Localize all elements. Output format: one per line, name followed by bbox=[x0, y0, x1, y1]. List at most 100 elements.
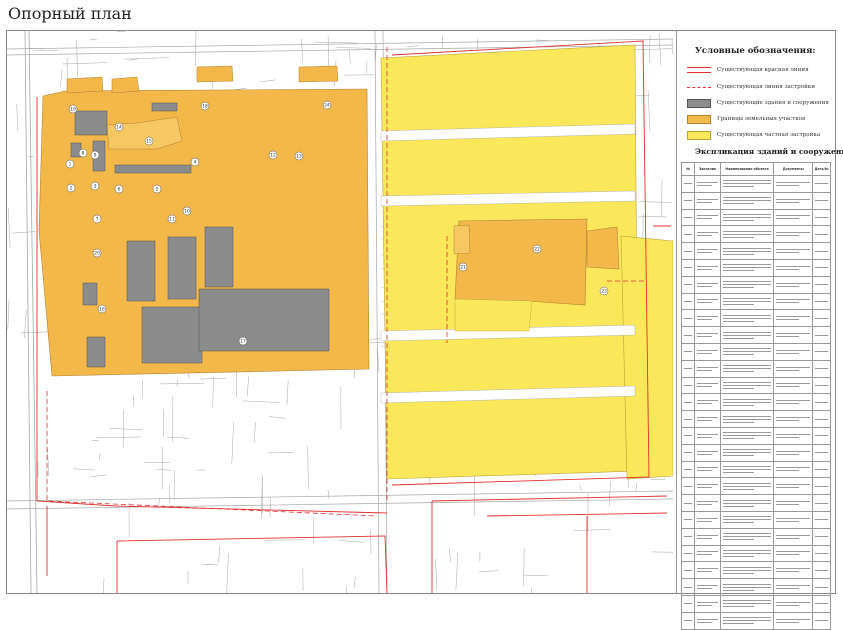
table-cell bbox=[720, 427, 774, 444]
table-row bbox=[682, 310, 831, 327]
table-cell bbox=[720, 243, 774, 260]
table-cell bbox=[682, 411, 695, 428]
grey-fill-swatch bbox=[687, 99, 711, 108]
column-header: № bbox=[682, 163, 695, 176]
legend-item-label: Существующие здания и сооружения bbox=[717, 100, 829, 106]
table-cell bbox=[813, 394, 831, 411]
table-cell bbox=[720, 562, 774, 579]
table-cell bbox=[682, 259, 695, 276]
table-cell bbox=[774, 209, 813, 226]
table-cell bbox=[813, 176, 831, 193]
table-cell bbox=[695, 545, 720, 562]
table-cell bbox=[682, 444, 695, 461]
table-cell bbox=[774, 276, 813, 293]
table-cell bbox=[695, 343, 720, 360]
table-row bbox=[682, 293, 831, 310]
table-cell bbox=[813, 276, 831, 293]
table-cell bbox=[720, 595, 774, 612]
table-cell bbox=[774, 176, 813, 193]
table-cell bbox=[813, 327, 831, 344]
legend-item-label: Существующая красная линия bbox=[717, 67, 809, 73]
table-cell bbox=[695, 528, 720, 545]
table-cell bbox=[720, 192, 774, 209]
table-cell bbox=[682, 612, 695, 629]
table-row bbox=[682, 545, 831, 562]
parcel-label: 4 bbox=[194, 160, 197, 166]
parcel-label: 21 bbox=[460, 265, 466, 271]
table-cell bbox=[695, 377, 720, 394]
table-cell bbox=[682, 394, 695, 411]
table-cell bbox=[774, 394, 813, 411]
table-cell bbox=[813, 293, 831, 310]
table-row bbox=[682, 495, 831, 512]
parcel-label: 14 bbox=[116, 125, 122, 131]
table-row bbox=[682, 276, 831, 293]
table-cell bbox=[774, 579, 813, 596]
table-cell bbox=[720, 612, 774, 629]
table-row bbox=[682, 461, 831, 478]
table-cell bbox=[774, 511, 813, 528]
table-row bbox=[682, 562, 831, 579]
table-cell bbox=[695, 562, 720, 579]
table-cell bbox=[695, 444, 720, 461]
parcel-label: 16 bbox=[99, 307, 105, 313]
table-cell bbox=[813, 377, 831, 394]
table-cell bbox=[695, 293, 720, 310]
parcel-label: 19 bbox=[70, 107, 76, 113]
table-cell bbox=[774, 377, 813, 394]
table-cell bbox=[695, 327, 720, 344]
private-residential-zone bbox=[381, 45, 673, 479]
table-row bbox=[682, 595, 831, 612]
table-row bbox=[682, 579, 831, 596]
legend-item-building-line: Существующая линия застройки bbox=[687, 81, 815, 93]
parcel-label: 5 bbox=[156, 187, 159, 193]
parcel-label: 22 bbox=[534, 247, 540, 253]
table-cell bbox=[695, 511, 720, 528]
table-cell bbox=[682, 579, 695, 596]
table-cell bbox=[682, 545, 695, 562]
table-cell bbox=[682, 427, 695, 444]
table-row bbox=[682, 327, 831, 344]
table-cell bbox=[813, 579, 831, 596]
table-row bbox=[682, 612, 831, 629]
table-cell bbox=[813, 427, 831, 444]
table-cell bbox=[774, 243, 813, 260]
table-cell bbox=[720, 310, 774, 327]
table-cell bbox=[720, 528, 774, 545]
table-cell bbox=[720, 176, 774, 193]
table-cell bbox=[774, 411, 813, 428]
table-cell bbox=[682, 595, 695, 612]
table-cell bbox=[813, 209, 831, 226]
table-cell bbox=[720, 259, 774, 276]
table-cell bbox=[720, 343, 774, 360]
table-cell bbox=[695, 310, 720, 327]
map-canvas[interactable]: 123456789101112131415161718192021222324 bbox=[7, 31, 673, 593]
table-row bbox=[682, 528, 831, 545]
table-cell bbox=[813, 545, 831, 562]
parcel-label: 7 bbox=[96, 217, 99, 223]
parcel-label: 20 bbox=[94, 251, 100, 257]
table-cell bbox=[774, 495, 813, 512]
table-cell bbox=[774, 444, 813, 461]
table-cell bbox=[695, 579, 720, 596]
parcel-label: 1 bbox=[69, 162, 72, 168]
parcel-label: 11 bbox=[169, 217, 175, 223]
table-cell bbox=[774, 461, 813, 478]
table-cell bbox=[720, 444, 774, 461]
table-cell bbox=[720, 226, 774, 243]
table-cell bbox=[720, 209, 774, 226]
table-cell bbox=[813, 495, 831, 512]
table-cell bbox=[695, 259, 720, 276]
legend-item-red-line: Существующая красная линия bbox=[687, 64, 809, 76]
table-row bbox=[682, 243, 831, 260]
table-cell bbox=[774, 562, 813, 579]
table-row bbox=[682, 360, 831, 377]
table-cell bbox=[695, 461, 720, 478]
table-cell bbox=[720, 579, 774, 596]
table-cell bbox=[695, 612, 720, 629]
legend-item-label: Существующая частная застройка bbox=[717, 132, 820, 138]
table-cell bbox=[813, 511, 831, 528]
table-row bbox=[682, 511, 831, 528]
table-cell bbox=[720, 411, 774, 428]
table-cell bbox=[695, 495, 720, 512]
